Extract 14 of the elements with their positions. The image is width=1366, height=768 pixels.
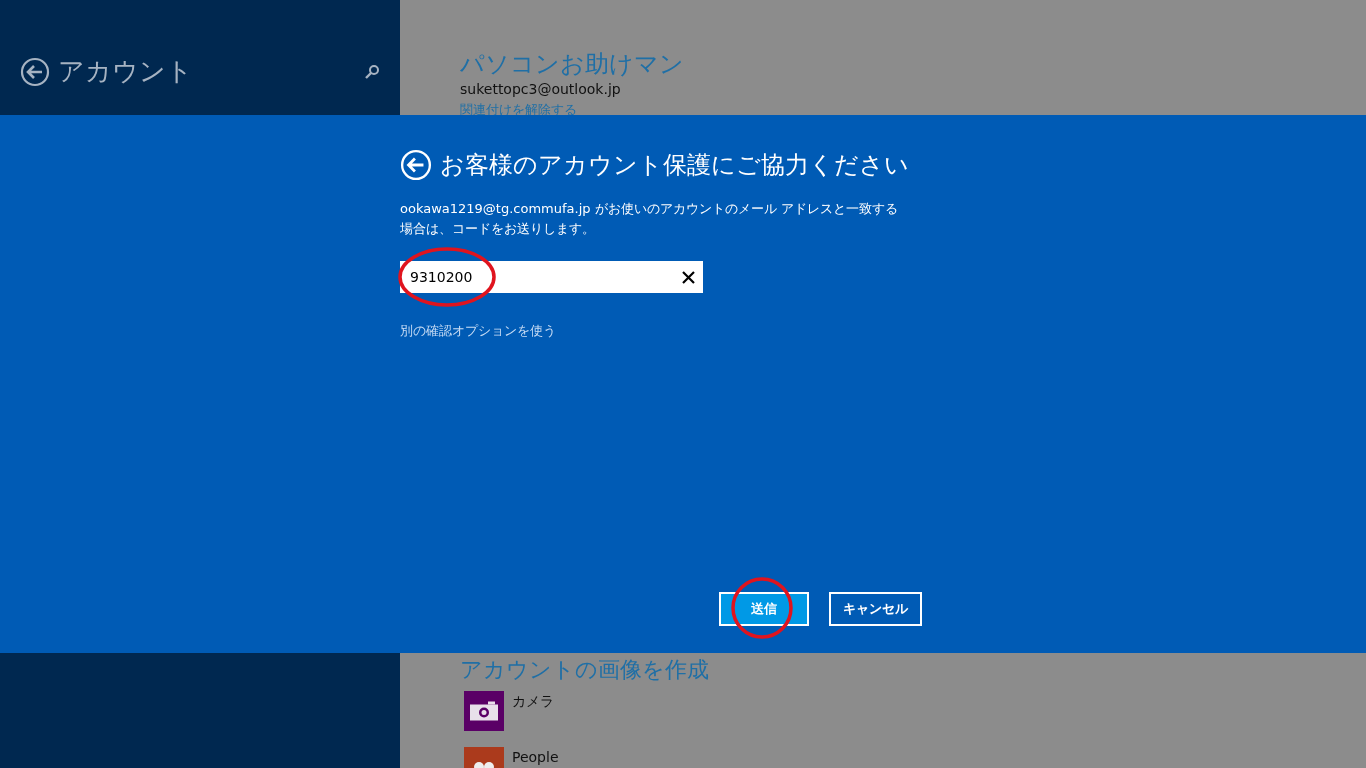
camera-icon [470,701,498,722]
back-button[interactable] [20,56,50,87]
cancel-button[interactable]: キャンセル [829,592,922,626]
sidebar-title: アカウント [58,55,193,88]
app-label: カメラ [512,692,554,712]
section-heading: アカウントの画像を作成 [460,658,710,683]
dialog-message: ookawa1219@tg.commufa.jp がお使いのアカウントのメール アドレスと一致する場合は、コードをお送りします。 [400,200,899,239]
account-name: パソコンお助けマン [460,50,685,79]
camera-tile[interactable] [464,691,504,732]
app-label: People [512,748,559,768]
search-icon[interactable] [364,63,380,80]
account-email: sukettopc3@outlook.jp [460,79,622,99]
dialog-title: お客様のアカウント保護にご協力ください [440,150,909,181]
other-option-link[interactable]: 別の確認オプションを使う [400,321,556,341]
